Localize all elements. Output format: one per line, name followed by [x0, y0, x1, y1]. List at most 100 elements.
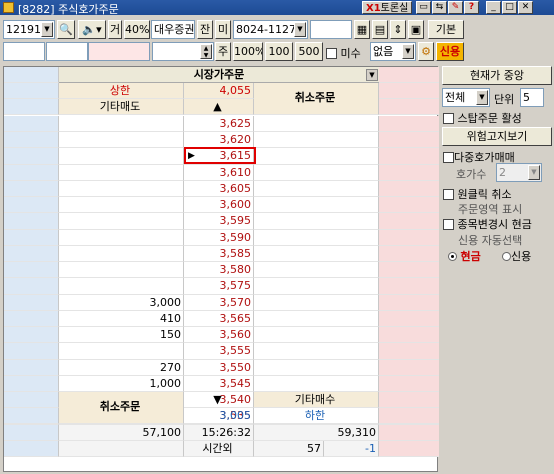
- bid-quantity[interactable]: [254, 375, 379, 392]
- cell-empty[interactable]: [4, 294, 59, 311]
- window-list-icon[interactable]: ▭: [416, 1, 431, 14]
- checkbox-box[interactable]: [443, 113, 454, 124]
- stock-change-checkbox[interactable]: 종목변경시 현금: [443, 216, 532, 232]
- price-cell[interactable]: 3,605: [184, 180, 254, 197]
- bid-quantity[interactable]: [254, 262, 379, 279]
- cell-empty[interactable]: [4, 180, 59, 197]
- bid-quantity[interactable]: [254, 148, 379, 165]
- cell-empty[interactable]: [4, 278, 59, 295]
- chevron-down-icon[interactable]: ▼: [476, 90, 488, 105]
- cell-empty[interactable]: [379, 132, 439, 149]
- field-blank-2[interactable]: [46, 42, 88, 61]
- cell-empty[interactable]: [379, 278, 439, 295]
- bid-quantity[interactable]: [254, 359, 379, 376]
- table-row[interactable]: 410 3,565: [4, 310, 439, 327]
- price-cell[interactable]: 3,625: [184, 115, 254, 132]
- cell-empty[interactable]: [379, 229, 439, 246]
- cell-empty[interactable]: [379, 197, 439, 214]
- cell-empty[interactable]: [4, 164, 59, 181]
- cell-empty[interactable]: [379, 213, 439, 230]
- table-row[interactable]: 3,585: [4, 245, 439, 262]
- cell-empty[interactable]: [4, 132, 59, 149]
- maximize-icon[interactable]: □: [502, 1, 517, 14]
- settings-icon[interactable]: ▣: [408, 20, 424, 39]
- ask-quantity[interactable]: [59, 164, 184, 181]
- cell-empty[interactable]: [4, 115, 59, 132]
- table-row[interactable]: 3,610: [4, 164, 439, 181]
- bid-quantity[interactable]: [254, 132, 379, 149]
- chevron-down-icon[interactable]: ▼: [41, 22, 53, 37]
- ask-quantity[interactable]: [59, 343, 184, 360]
- bid-quantity[interactable]: [254, 197, 379, 214]
- price-cell[interactable]: 3,600: [184, 197, 254, 214]
- ask-quantity[interactable]: [59, 180, 184, 197]
- bid-quantity[interactable]: [254, 180, 379, 197]
- search-icon[interactable]: 🔍: [57, 20, 75, 39]
- cash-radio[interactable]: 현금: [448, 248, 481, 264]
- checkbox-box[interactable]: [443, 219, 454, 230]
- price-cell[interactable]: 3,585: [184, 245, 254, 262]
- bid-quantity[interactable]: [254, 294, 379, 311]
- bid-quantity[interactable]: [254, 229, 379, 246]
- stock-code-input[interactable]: 121910 ▼: [3, 20, 55, 39]
- gear-icon[interactable]: ⚙: [418, 42, 434, 61]
- price-cell[interactable]: 3,620: [184, 132, 254, 149]
- price-cell[interactable]: 3,560: [184, 327, 254, 344]
- checkbox-box[interactable]: [443, 152, 454, 163]
- credit-radio[interactable]: 신용: [502, 248, 531, 264]
- cell-empty[interactable]: [379, 310, 439, 327]
- qty-100-button[interactable]: 100: [265, 42, 293, 61]
- cell-empty[interactable]: [379, 115, 439, 132]
- other-sell-label[interactable]: 기타매도: [59, 99, 184, 116]
- chat-room-button[interactable]: X1토론실: [362, 1, 413, 14]
- price-cell[interactable]: 3,550: [184, 359, 254, 376]
- table-row[interactable]: 3,625: [4, 115, 439, 132]
- password-input[interactable]: [310, 20, 352, 39]
- save-icon[interactable]: ▦: [354, 20, 370, 39]
- bid-quantity[interactable]: [254, 327, 379, 344]
- credit-button[interactable]: 신용: [436, 42, 464, 61]
- cell-empty[interactable]: [4, 375, 59, 392]
- document-icon[interactable]: ▤: [372, 20, 388, 39]
- close-icon[interactable]: ✕: [518, 1, 533, 14]
- other-buy-label[interactable]: 기타매수: [254, 392, 379, 409]
- field-blank-1[interactable]: [3, 42, 45, 61]
- price-cell[interactable]: 3,545: [184, 375, 254, 392]
- bid-quantity[interactable]: [254, 245, 379, 262]
- cell-empty[interactable]: [379, 359, 439, 376]
- minimize-icon[interactable]: _: [486, 1, 501, 14]
- price-cell[interactable]: 3,595: [184, 213, 254, 230]
- ask-quantity[interactable]: [59, 262, 184, 279]
- table-row[interactable]: 150 3,560: [4, 327, 439, 344]
- cell-empty[interactable]: [4, 359, 59, 376]
- price-cell[interactable]: 3,565: [184, 310, 254, 327]
- stop-order-checkbox[interactable]: 스탑주문 활성: [443, 110, 522, 126]
- table-row[interactable]: 3,615 ▶: [4, 147, 439, 165]
- cell-empty[interactable]: [379, 180, 439, 197]
- stepper-icon[interactable]: ▲ ▼: [200, 44, 212, 59]
- ask-quantity[interactable]: [59, 278, 184, 295]
- price-cell[interactable]: 3,555: [184, 343, 254, 360]
- ask-quantity[interactable]: [59, 213, 184, 230]
- radio-dot[interactable]: [502, 252, 511, 261]
- cell-empty[interactable]: [379, 245, 439, 262]
- ask-quantity[interactable]: 3,000: [59, 294, 184, 311]
- bid-quantity[interactable]: [254, 164, 379, 181]
- price-cell[interactable]: 3,575: [184, 278, 254, 295]
- price-cell[interactable]: 3,580: [184, 262, 254, 279]
- hoga-count-select[interactable]: 2 ▼: [496, 163, 542, 182]
- cell-empty[interactable]: [379, 327, 439, 344]
- table-row[interactable]: 3,590: [4, 229, 439, 246]
- price-cell[interactable]: 3,570: [184, 294, 254, 311]
- link-icon[interactable]: ⇆: [432, 1, 447, 14]
- cell-empty[interactable]: [379, 262, 439, 279]
- cell-empty[interactable]: [4, 213, 59, 230]
- cell-empty[interactable]: [4, 343, 59, 360]
- bid-quantity[interactable]: [254, 310, 379, 327]
- ask-quantity[interactable]: 270: [59, 359, 184, 376]
- unfilled-button[interactable]: 미: [215, 20, 231, 39]
- ask-quantity[interactable]: 410: [59, 310, 184, 327]
- unit-input[interactable]: 5: [520, 88, 544, 107]
- cell-empty[interactable]: [379, 164, 439, 181]
- ask-quantity[interactable]: 150: [59, 327, 184, 344]
